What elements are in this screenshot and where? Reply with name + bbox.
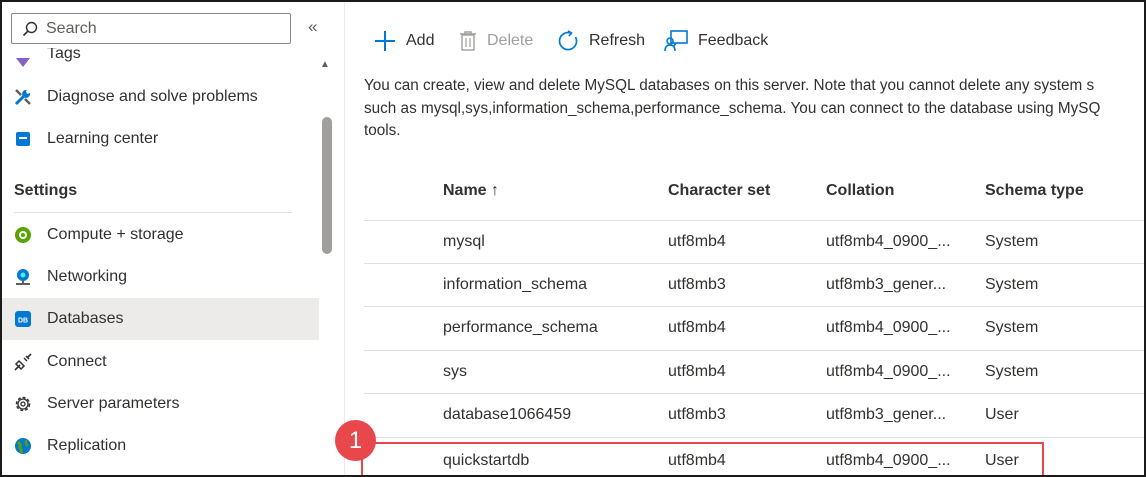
- column-header-character-set[interactable]: Character set: [668, 182, 770, 200]
- cell-name: database1066459: [443, 406, 572, 423]
- cell-charset: utf8mb4: [668, 363, 726, 380]
- table-row[interactable]: information_schema utf8mb3 utf8mb3_gener…: [364, 263, 1144, 306]
- sidebar-item-server-parameters[interactable]: Server parameters: [2, 383, 319, 425]
- cell-charset: utf8mb4: [668, 319, 726, 336]
- sidebar-item-replication[interactable]: Replication: [2, 425, 319, 467]
- collapse-sidebar-icon[interactable]: «: [308, 17, 317, 37]
- cell-name: mysql: [443, 233, 485, 250]
- scroll-up-arrow-icon[interactable]: ▲: [320, 59, 330, 70]
- feedback-button[interactable]: Feedback: [664, 28, 768, 54]
- sidebar-scrollbar-thumb[interactable]: [322, 117, 332, 254]
- cell-schema-type: System: [985, 363, 1039, 380]
- wrench-icon: [12, 86, 34, 108]
- description-line: You can create, view and delete MySQL da…: [364, 77, 1095, 94]
- learning-center-icon: [12, 128, 34, 150]
- tag-icon: [12, 51, 34, 73]
- cell-schema-type: System: [985, 276, 1039, 293]
- cell-collation: utf8mb4_0900_...: [826, 233, 951, 250]
- delete-button[interactable]: Delete: [459, 28, 533, 54]
- cell-collation: utf8mb3_gener...: [826, 406, 947, 423]
- networking-icon: [12, 266, 34, 288]
- table-row[interactable]: database1066459 utf8mb3 utf8mb3_gener...…: [364, 393, 1144, 436]
- column-header-schema-type[interactable]: Schema type: [985, 182, 1084, 200]
- cell-charset: utf8mb3: [668, 276, 726, 293]
- svg-text:DB: DB: [18, 318, 28, 325]
- sidebar-item-networking[interactable]: Networking: [2, 256, 319, 298]
- table-row[interactable]: performance_schema utf8mb4 utf8mb4_0900_…: [364, 306, 1144, 349]
- table-row[interactable]: mysql utf8mb4 utf8mb4_0900_... System: [364, 220, 1144, 263]
- cell-collation: utf8mb4_0900_...: [826, 319, 951, 336]
- sidebar-item-label: Server parameters: [47, 395, 180, 412]
- cell-collation: utf8mb4_0900_...: [826, 363, 951, 380]
- sidebar-item-label: Databases: [47, 310, 124, 327]
- sidebar-item-label: Replication: [47, 437, 127, 454]
- globe-icon: [12, 435, 34, 457]
- description-line: tools.: [364, 122, 401, 139]
- pane-divider: [344, 2, 345, 475]
- database-icon: DB: [12, 308, 34, 330]
- callout-badge: 1: [335, 420, 376, 461]
- add-label: Add: [406, 32, 435, 49]
- refresh-label: Refresh: [589, 32, 646, 49]
- sidebar-item-label: Diagnose and solve problems: [47, 88, 258, 105]
- sidebar-item-label: Networking: [47, 268, 128, 285]
- trash-icon: [459, 30, 477, 52]
- compute-storage-icon: [12, 224, 34, 246]
- cell-charset: utf8mb4: [668, 233, 726, 250]
- refresh-button[interactable]: Refresh: [557, 28, 645, 54]
- sidebar-item-diagnose[interactable]: Diagnose and solve problems: [2, 76, 319, 118]
- plug-icon: [12, 351, 34, 373]
- delete-label: Delete: [487, 32, 534, 49]
- sidebar-item-label: Compute + storage: [47, 226, 184, 243]
- description-line: such as mysql,sys,information_schema,per…: [364, 99, 1101, 117]
- section-divider: [14, 212, 292, 213]
- sidebar-item-databases[interactable]: DB Databases: [2, 298, 319, 340]
- add-button[interactable]: Add: [374, 28, 434, 54]
- cell-name: sys: [443, 363, 467, 380]
- sidebar-item-label: Learning center: [47, 130, 159, 147]
- description-text: You can create, view and delete MySQL da…: [364, 75, 1144, 143]
- cell-schema-type: System: [985, 233, 1039, 250]
- sidebar-item-learning-center[interactable]: Learning center: [2, 118, 319, 160]
- cell-schema-type: User: [985, 406, 1019, 423]
- cell-collation: utf8mb3_gener...: [826, 276, 947, 293]
- sidebar-item-connect[interactable]: Connect: [2, 341, 319, 383]
- table-row[interactable]: sys utf8mb4 utf8mb4_0900_... System: [364, 350, 1144, 393]
- gear-icon: [12, 393, 34, 415]
- plus-icon: [374, 30, 396, 52]
- sidebar-item-compute-storage[interactable]: Compute + storage: [2, 214, 319, 256]
- feedback-icon: [664, 30, 688, 52]
- sidebar-item-tags[interactable]: Tags: [2, 35, 319, 77]
- cell-name: performance_schema: [443, 319, 598, 336]
- sidebar-item-label: Connect: [47, 353, 107, 370]
- cell-name: information_schema: [443, 276, 588, 293]
- highlight-box: [361, 442, 1044, 475]
- column-header-name[interactable]: Name ↑: [443, 182, 499, 200]
- column-header-collation[interactable]: Collation: [826, 182, 894, 200]
- cell-charset: utf8mb3: [668, 406, 726, 423]
- sidebar: Search « Tags ▲ Diagnose and solve probl…: [2, 2, 338, 475]
- feedback-label: Feedback: [698, 32, 769, 49]
- settings-section-header: Settings: [14, 182, 78, 199]
- cell-schema-type: System: [985, 319, 1039, 336]
- window-frame: Search « Tags ▲ Diagnose and solve probl…: [0, 0, 1146, 477]
- refresh-icon: [557, 30, 579, 52]
